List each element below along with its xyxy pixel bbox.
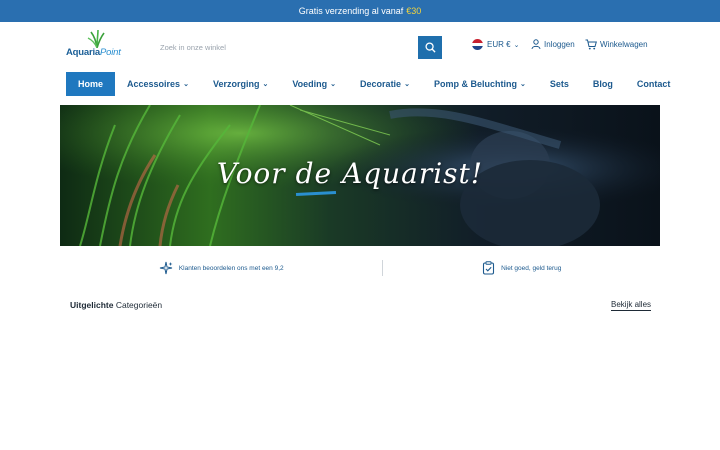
featured-heading-rest: Categorieën bbox=[115, 300, 163, 310]
chevron-down-icon: ⌄ bbox=[513, 41, 520, 49]
clipboard-check-icon bbox=[483, 261, 495, 275]
cart-label: Winkelwagen bbox=[600, 40, 648, 49]
usp-guarantee: Niet goed, geld terug bbox=[383, 261, 660, 275]
login-label: Inloggen bbox=[544, 39, 575, 49]
chevron-down-icon: ⌄ bbox=[330, 81, 337, 88]
nav-item-blog[interactable]: Blog bbox=[581, 72, 625, 96]
chevron-down-icon: ⌄ bbox=[519, 81, 526, 88]
user-icon bbox=[531, 39, 541, 49]
currency-selector[interactable]: EUR € ⌄ bbox=[472, 39, 519, 50]
search-icon bbox=[424, 42, 436, 53]
nav-item-voeding[interactable]: Voeding ⌄ bbox=[280, 72, 348, 96]
nav-label: Voeding bbox=[292, 79, 328, 89]
logo-text-aquaria: Aquaria bbox=[66, 47, 100, 58]
nav-label: Accessoires bbox=[127, 79, 181, 89]
usp-guarantee-text: Niet goed, geld terug bbox=[501, 264, 562, 272]
site-header: AquariaPoint EUR € ⌄ Inloggen Wi bbox=[0, 22, 720, 72]
chevron-down-icon: ⌄ bbox=[404, 81, 410, 88]
nav-label: Pomp & Beluchting bbox=[433, 79, 517, 89]
usp-bar: Klanten beoordelen ons met een 9,2 Niet … bbox=[60, 256, 660, 280]
nav-label: Contact bbox=[636, 79, 671, 89]
chevron-down-icon: ⌄ bbox=[183, 81, 189, 88]
featured-heading-bold: Uitgelichte bbox=[70, 300, 114, 310]
nav-label: Blog bbox=[592, 79, 613, 89]
nav-item-accessoires[interactable]: Accessoires ⌄ bbox=[115, 72, 201, 96]
search-input[interactable] bbox=[152, 36, 418, 59]
promo-amount: €30 bbox=[406, 6, 422, 16]
usp-rating: Klanten beoordelen ons met een 9,2 bbox=[60, 261, 382, 275]
view-all-link[interactable]: Bekijk alles bbox=[611, 300, 652, 311]
nav-item-verzorging[interactable]: Verzorging ⌄ bbox=[201, 72, 280, 96]
cart-link[interactable]: Winkelwagen bbox=[585, 39, 648, 50]
nav-label: Decoratie bbox=[360, 79, 402, 89]
cart-icon bbox=[585, 39, 597, 50]
nav-item-pomp-beluchting[interactable]: Pomp & Beluchting ⌄ bbox=[422, 72, 538, 96]
logo-text-point: Point bbox=[99, 47, 121, 58]
promo-text: Gratis verzending al vanaf bbox=[298, 6, 404, 16]
main-navigation: Home Accessoires ⌄ Verzorging ⌄ Voeding ⌄ D… bbox=[66, 72, 670, 96]
nav-item-decoratie[interactable]: Decoratie ⌄ bbox=[348, 72, 422, 96]
nav-label: Home bbox=[78, 79, 104, 89]
promo-bar: Gratis verzending al vanaf €30 bbox=[0, 0, 720, 22]
currency-label: EUR € bbox=[487, 40, 511, 49]
search-box bbox=[151, 35, 442, 59]
nav-label: Verzorging bbox=[212, 79, 260, 89]
nav-item-home[interactable]: Home bbox=[66, 72, 116, 96]
chevron-down-icon: ⌄ bbox=[262, 81, 269, 88]
netherlands-flag-icon bbox=[472, 39, 483, 50]
featured-categories-heading: Uitgelichte Categorieën bbox=[70, 300, 162, 310]
search-button[interactable] bbox=[418, 36, 442, 59]
usp-rating-text: Klanten beoordelen ons met een 9,2 bbox=[178, 264, 284, 272]
nav-item-contact[interactable]: Contact bbox=[625, 72, 683, 96]
nav-item-sets[interactable]: Sets bbox=[538, 72, 581, 96]
sparkle-icon bbox=[159, 261, 173, 275]
login-link[interactable]: Inloggen bbox=[531, 39, 575, 49]
nav-label: Sets bbox=[549, 79, 569, 89]
hero-banner[interactable]: Voor de Aquarist! bbox=[60, 105, 660, 246]
plant-logo-icon bbox=[87, 30, 105, 48]
hero-title: Voor de Aquarist! bbox=[216, 157, 484, 190]
site-logo[interactable]: AquariaPoint bbox=[66, 30, 128, 64]
